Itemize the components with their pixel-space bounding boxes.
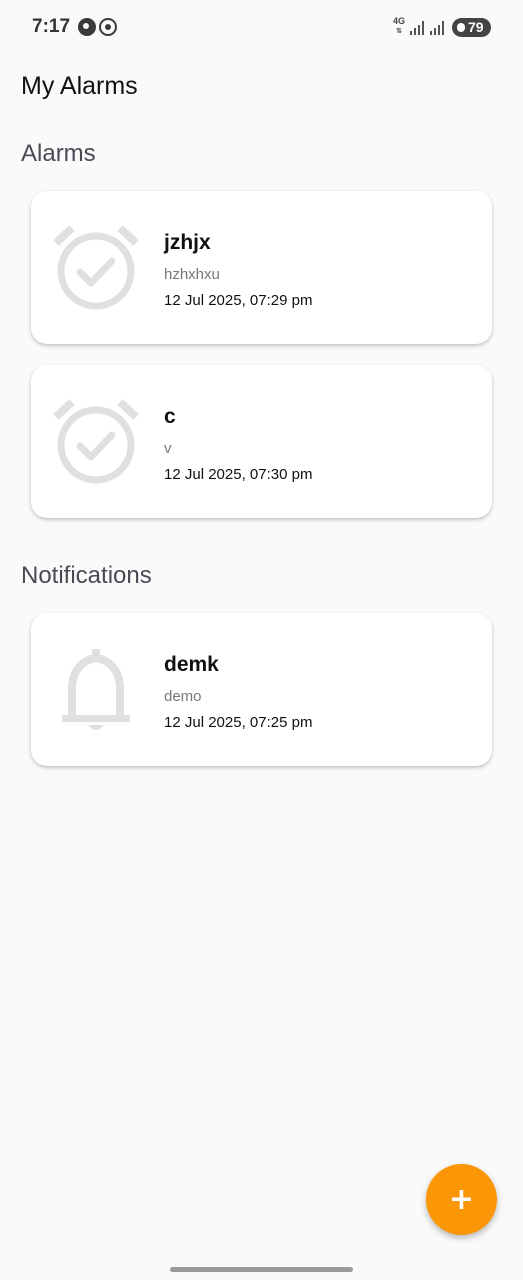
notification-datetime: 12 Jul 2025, 07:25 pm (164, 714, 313, 731)
network-type-indicator: 4G ⇅ (393, 16, 406, 36)
alarm-title: c (164, 405, 176, 428)
notification-card[interactable]: demk demo 12 Jul 2025, 07:25 pm (31, 613, 492, 766)
notification-title: demk (164, 653, 219, 676)
notifications-section-heading: Notifications (21, 562, 152, 589)
battery-level: 79 (468, 19, 484, 35)
add-alarm-button[interactable]: + (426, 1164, 497, 1235)
alarm-card[interactable]: c v 12 Jul 2025, 07:30 pm (31, 365, 492, 518)
signal-strength-icon (410, 19, 426, 35)
plus-icon: + (448, 1182, 475, 1217)
status-bar: 7:17 4G ⇅ 79 (0, 0, 523, 56)
gesture-nav-handle[interactable] (170, 1267, 353, 1272)
alarm-description: v (164, 440, 172, 457)
alarm-datetime: 12 Jul 2025, 07:29 pm (164, 292, 313, 309)
alarm-datetime: 12 Jul 2025, 07:30 pm (164, 466, 313, 483)
alarm-check-icon (53, 225, 139, 310)
alarm-title: jzhjx (164, 231, 211, 254)
status-time: 7:17 (32, 16, 71, 37)
signal-strength-icon (430, 19, 446, 35)
alarms-section-heading: Alarms (21, 140, 96, 167)
whatsapp-icon (99, 18, 117, 36)
viber-icon (78, 18, 96, 36)
page-title: My Alarms (21, 72, 138, 100)
bell-icon (62, 649, 130, 730)
battery-indicator: 79 (452, 18, 491, 37)
alarm-description: hzhxhxu (164, 266, 220, 283)
notification-description: demo (164, 688, 202, 705)
alarm-check-icon (53, 399, 139, 484)
alarm-card[interactable]: jzhjx hzhxhxu 12 Jul 2025, 07:29 pm (31, 191, 492, 344)
